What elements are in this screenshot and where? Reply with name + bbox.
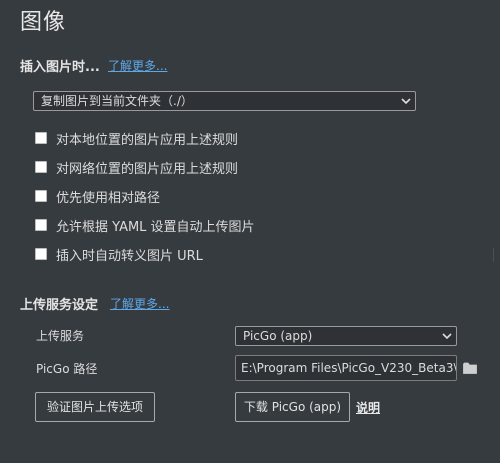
chevron-down-icon bbox=[401, 98, 411, 105]
option-label: 插入时自动转义图片 URL bbox=[56, 248, 203, 264]
insert-learn-more-link[interactable]: 了解更多... bbox=[108, 57, 167, 74]
option-yaml-auto-upload[interactable]: 允许根据 YAML 设置自动上传图片 bbox=[35, 215, 255, 235]
upload-service-select-value: PicGo (app) bbox=[243, 329, 313, 343]
upload-learn-more-link[interactable]: 了解更多... bbox=[110, 295, 169, 312]
scrollbar[interactable] bbox=[493, 248, 500, 262]
option-label: 对网络位置的图片应用上述规则 bbox=[56, 161, 239, 177]
checkbox[interactable] bbox=[35, 190, 47, 202]
checkbox[interactable] bbox=[35, 248, 47, 260]
verify-upload-button[interactable]: 验证图片上传选项 bbox=[35, 392, 155, 422]
checkbox[interactable] bbox=[35, 132, 47, 144]
preferences-image-panel: 图像 插入图片时... 了解更多... 复制图片到当前文件夹（./） 对本地位置… bbox=[0, 0, 500, 463]
help-link[interactable]: 说明 bbox=[356, 399, 380, 416]
upload-service-select[interactable]: PicGo (app) bbox=[235, 326, 457, 346]
option-label: 允许根据 YAML 设置自动上传图片 bbox=[56, 219, 255, 235]
option-network-images[interactable]: 对网络位置的图片应用上述规则 bbox=[35, 157, 238, 177]
option-relative-path[interactable]: 优先使用相对路径 bbox=[35, 186, 160, 206]
option-local-images[interactable]: 对本地位置的图片应用上述规则 bbox=[35, 128, 238, 148]
folder-icon[interactable] bbox=[463, 362, 477, 374]
option-label: 对本地位置的图片应用上述规则 bbox=[56, 132, 239, 148]
insert-action-select-value: 复制图片到当前文件夹（./） bbox=[41, 94, 193, 108]
checkbox[interactable] bbox=[35, 219, 47, 231]
picgo-path-label: PicGo 路径 bbox=[36, 362, 98, 376]
picgo-path-input[interactable]: E:\Program Files\PicGo_V230_Beta3\PicGo.… bbox=[235, 355, 457, 381]
upload-section-title: 上传服务设定 bbox=[20, 298, 99, 313]
insert-action-select[interactable]: 复制图片到当前文件夹（./） bbox=[33, 91, 416, 111]
checkbox[interactable] bbox=[35, 161, 47, 173]
insert-section-title: 插入图片时... bbox=[20, 60, 100, 75]
chevron-down-icon bbox=[442, 333, 452, 340]
page-title: 图像 bbox=[20, 10, 67, 35]
picgo-path-value: E:\Program Files\PicGo_V230_Beta3\PicGo.… bbox=[241, 361, 456, 375]
option-label: 优先使用相对路径 bbox=[56, 190, 161, 206]
option-escape-url[interactable]: 插入时自动转义图片 URL bbox=[35, 244, 203, 264]
upload-service-label: 上传服务 bbox=[36, 329, 85, 343]
download-picgo-button[interactable]: 下载 PicGo (app) bbox=[235, 392, 350, 422]
